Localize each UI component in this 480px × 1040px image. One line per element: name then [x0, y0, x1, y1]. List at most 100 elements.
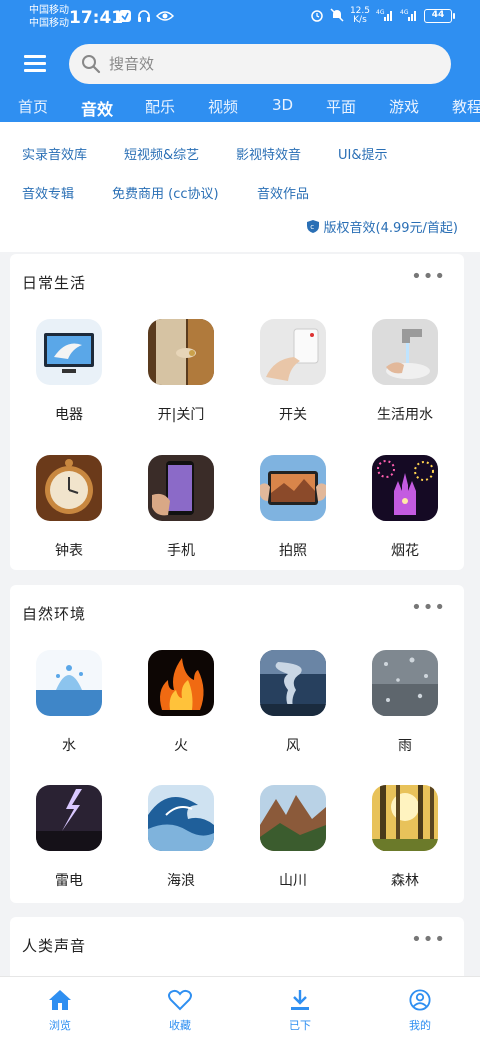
category-phone[interactable]: 手机 [131, 455, 231, 560]
status-right: 12.5 K/s 4G 4G 44 [310, 7, 455, 25]
phone-thumbnail [148, 455, 214, 521]
mountains-thumbnail [260, 785, 326, 851]
app-header: 中国移动 中国移动 17:41 12.5 K/s 4G 4G 44 搜音效 首页… [0, 0, 480, 122]
nav-browse[interactable]: 浏览 [30, 989, 90, 1033]
wind-thumbnail [260, 650, 326, 716]
section-title: 人类声音 [22, 937, 87, 955]
bottom-navigation: 浏览 收藏 已下 我的 [0, 976, 480, 1040]
section-title: 日常生活 [22, 274, 87, 292]
tab-music[interactable]: 配乐 [145, 96, 175, 117]
link-albums[interactable]: 音效专辑 [22, 183, 74, 202]
category-appliance[interactable]: 电器 [19, 319, 119, 424]
category-label: 烟花 [391, 543, 419, 559]
tab-graphic[interactable]: 平面 [326, 96, 356, 117]
search-bar[interactable] [69, 44, 451, 84]
link-works[interactable]: 音效作品 [257, 183, 309, 202]
category-label: 电器 [55, 407, 83, 423]
appliance-thumbnail [36, 319, 102, 385]
section-nature: 自然环境 ••• 水 火 风 雨 雷电 海浪 山川 森林 [10, 585, 464, 903]
svg-text:c: c [310, 223, 314, 231]
more-options-icon[interactable]: ••• [411, 268, 446, 286]
category-fire[interactable]: 火 [131, 650, 231, 755]
status-bar: 中国移动 中国移动 17:41 12.5 K/s 4G 4G 44 [0, 0, 480, 36]
tab-3d[interactable]: 3D [272, 96, 293, 114]
tab-tutorials[interactable]: 教程 [452, 96, 480, 117]
category-wind[interactable]: 风 [243, 650, 343, 755]
category-fireworks[interactable]: 烟花 [355, 455, 455, 560]
tab-sound-effects[interactable]: 音效 [81, 96, 113, 120]
signal-icon-2: 4G [400, 8, 418, 24]
category-forest[interactable]: 森林 [355, 785, 455, 890]
nav-profile[interactable]: 我的 [390, 989, 450, 1033]
search-icon [82, 55, 101, 74]
fireworks-thumbnail [372, 455, 438, 521]
category-label: 钟表 [55, 543, 83, 559]
category-label: 火 [174, 738, 188, 754]
category-photo[interactable]: 拍照 [243, 455, 343, 560]
nav-label: 浏览 [49, 1019, 71, 1032]
nav-favorites[interactable]: 收藏 [150, 989, 210, 1033]
category-rain[interactable]: 雨 [355, 650, 455, 755]
carrier-2: 中国移动 [29, 18, 69, 29]
battery-icon: 44 [424, 9, 455, 23]
category-label: 开关 [279, 407, 307, 423]
category-label: 开|关门 [157, 407, 205, 423]
copyright-sounds-link[interactable]: c 版权音效(4.99元/首起) [306, 217, 458, 236]
category-label: 风 [286, 738, 300, 754]
section-daily-life: 日常生活 ••• 电器 开|关门 开关 生活用水 钟表 手机 拍照 烟花 [10, 254, 464, 570]
signal-icon-1: 4G [376, 8, 394, 24]
heart-icon [168, 989, 192, 1011]
mute-bell-icon [330, 7, 344, 25]
svg-text:4G: 4G [376, 9, 385, 16]
nav-label: 已下 [289, 1019, 311, 1032]
eye-icon [155, 9, 175, 27]
category-waves[interactable]: 海浪 [131, 785, 231, 890]
category-water-use[interactable]: 生活用水 [355, 319, 455, 424]
nav-downloaded[interactable]: 已下 [270, 989, 330, 1033]
tab-games[interactable]: 游戏 [389, 96, 419, 117]
carrier-info: 中国移动 中国移动 [29, 4, 69, 30]
category-mountains[interactable]: 山川 [243, 785, 343, 890]
category-label: 海浪 [167, 873, 195, 889]
clock: 17:41 [69, 8, 124, 28]
category-label: 拍照 [279, 543, 307, 559]
tab-home[interactable]: 首页 [18, 96, 48, 117]
category-label: 森林 [391, 873, 419, 889]
nav-label: 我的 [409, 1019, 431, 1032]
category-tabs: 首页 音效 配乐 视频 3D 平面 游戏 教程 [0, 94, 480, 122]
more-options-icon[interactable]: ••• [411, 599, 446, 617]
link-ui-prompts[interactable]: UI&提示 [338, 144, 388, 163]
category-water[interactable]: 水 [19, 650, 119, 755]
more-options-icon[interactable]: ••• [411, 931, 446, 949]
camera-thumbnail [260, 455, 326, 521]
link-short-video[interactable]: 短视频&综艺 [124, 144, 199, 163]
link-film-effects[interactable]: 影视特效音 [236, 144, 301, 163]
category-label: 手机 [167, 543, 195, 559]
search-input[interactable] [109, 55, 409, 73]
copyright-label: 版权音效(4.99元/首起) [323, 221, 458, 236]
tab-video[interactable]: 视频 [208, 96, 238, 117]
quick-links-panel: 实录音效库 短视频&综艺 影视特效音 UI&提示 音效专辑 免费商用 (cc协议… [0, 122, 480, 252]
link-free-commercial[interactable]: 免费商用 (cc协议) [112, 183, 219, 202]
shield-icon: c [306, 220, 319, 233]
section-title: 自然环境 [22, 605, 87, 623]
status-icons [118, 9, 175, 27]
faucet-thumbnail [372, 319, 438, 385]
switch-thumbnail [260, 319, 326, 385]
category-clock[interactable]: 钟表 [19, 455, 119, 560]
category-label: 生活用水 [377, 407, 433, 423]
category-switch[interactable]: 开关 [243, 319, 343, 424]
link-field-recordings[interactable]: 实录音效库 [22, 144, 87, 163]
category-label: 雨 [398, 738, 412, 754]
net-speed-unit: K/s [353, 15, 367, 25]
thunder-thumbnail [36, 785, 102, 851]
alarm-icon [310, 8, 324, 25]
net-speed: 12.5 K/s [350, 7, 370, 25]
waves-thumbnail [148, 785, 214, 851]
menu-icon[interactable] [24, 55, 46, 73]
category-thunder[interactable]: 雷电 [19, 785, 119, 890]
fire-thumbnail [148, 650, 214, 716]
category-door[interactable]: 开|关门 [131, 319, 231, 424]
app-notification-icon [118, 9, 132, 27]
category-label: 水 [62, 738, 76, 754]
